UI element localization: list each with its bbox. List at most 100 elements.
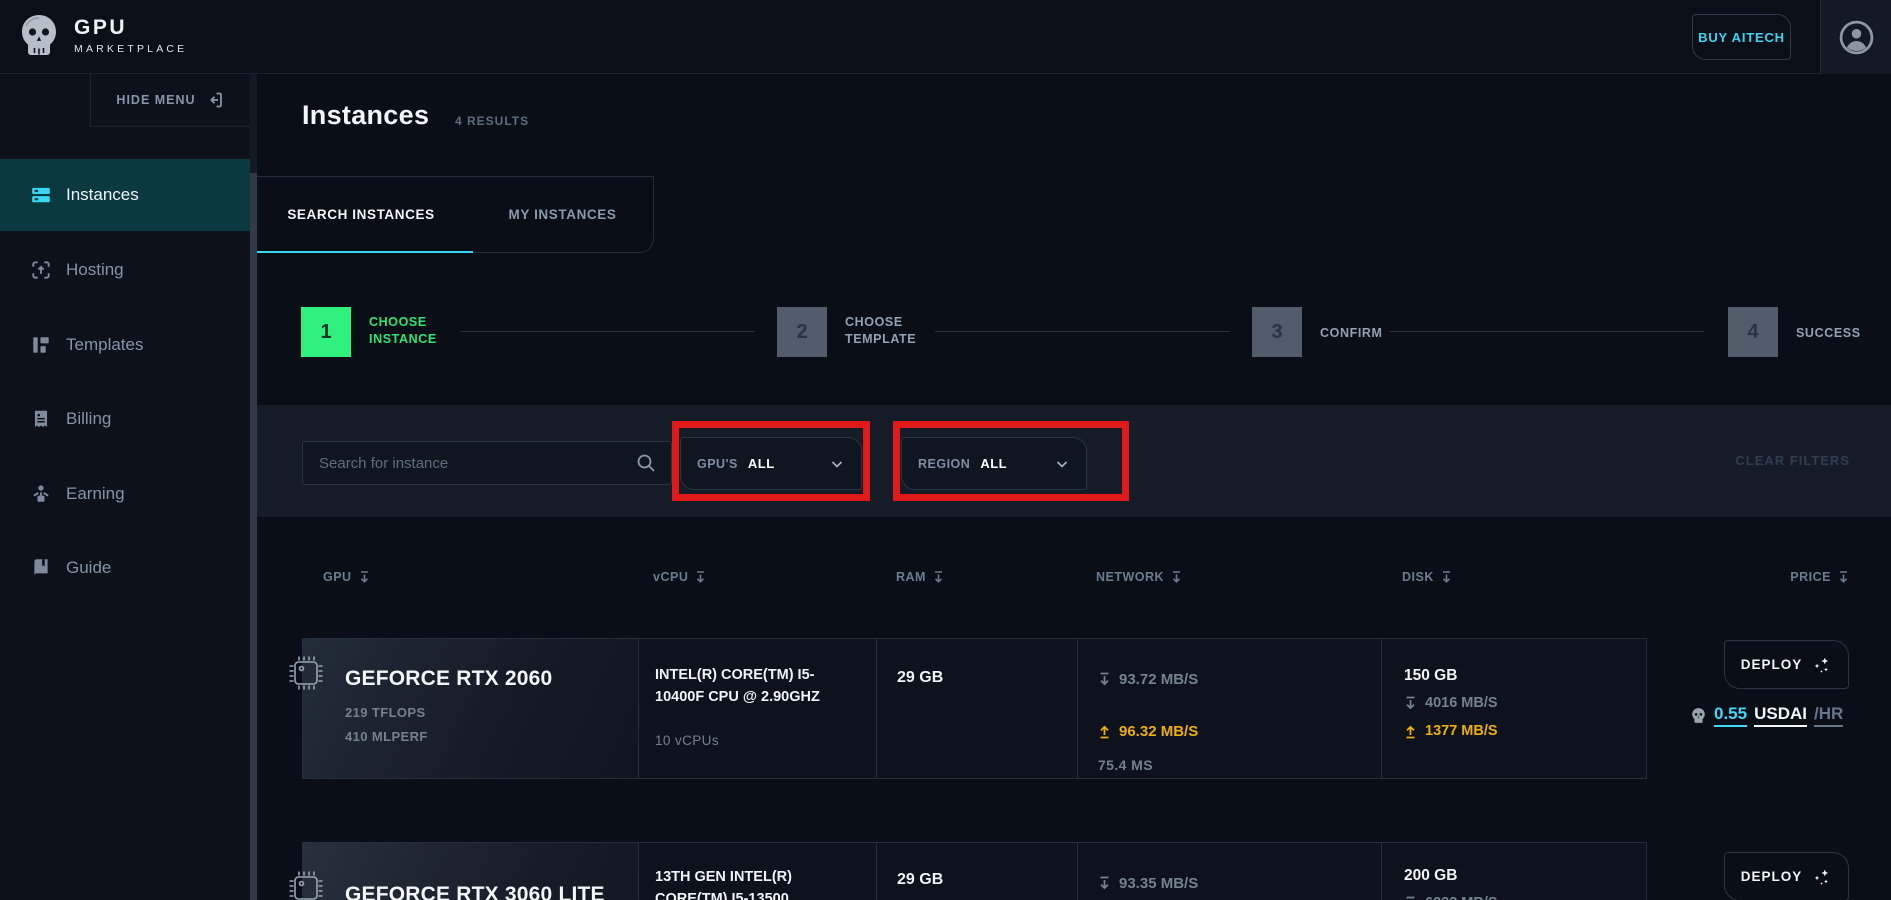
step-4-num-label: 4: [1747, 321, 1758, 344]
upload-arrow-icon: [1098, 724, 1111, 739]
download-arrow-icon: [1404, 696, 1417, 711]
deploy-button[interactable]: DEPLOY: [1724, 640, 1849, 689]
sidebar-item-earning[interactable]: Earning: [0, 458, 250, 530]
deploy-sparkle-icon: [1812, 655, 1832, 675]
instance-row[interactable]: GEFORCE RTX 2060 219 TFLOPS 410 MLPERF I…: [302, 638, 1647, 779]
tab-search-instances[interactable]: SEARCH INSTANCES: [250, 177, 472, 252]
hide-menu-label: HIDE MENU: [116, 93, 195, 107]
step-4-number: 4: [1728, 307, 1778, 357]
column-header-disk[interactable]: DISK: [1402, 570, 1452, 584]
network-download-value: 93.72 MB/S: [1119, 671, 1198, 688]
sidebar-item-hosting[interactable]: Hosting: [0, 234, 250, 306]
step-3-label: CONFIRM: [1320, 325, 1410, 342]
region-filter-value: ALL: [980, 456, 1007, 471]
earning-icon: [30, 483, 52, 505]
aitech-coin-icon: [1690, 707, 1707, 724]
sidebar-item-label: Earning: [66, 484, 125, 504]
sidebar-item-label: Guide: [66, 558, 111, 578]
hosting-icon: [30, 259, 52, 281]
step-1-num-label: 1: [320, 321, 331, 344]
scrollbar-thumb[interactable]: [250, 173, 257, 900]
step-2-num-label: 2: [796, 321, 807, 344]
gpu-marketplace-screen: GPU MARKETPLACE BUY AITECH HIDE MENU: [0, 0, 1891, 900]
disk-download: 6233 MB/S: [1404, 895, 1498, 900]
clear-filters-button[interactable]: CLEAR FILTERS: [1680, 453, 1850, 468]
disk-download-value: 6233 MB/S: [1425, 895, 1498, 900]
disk-download: 4016 MB/S: [1404, 695, 1498, 711]
active-tab-underline: [250, 251, 473, 253]
cell-divider: [876, 843, 877, 900]
column-header-gpu-label: GPU: [323, 570, 352, 584]
price-per-hour: /HR: [1814, 704, 1843, 727]
sidebar-item-guide[interactable]: Guide: [0, 532, 250, 604]
cell-divider: [638, 639, 639, 778]
templates-icon: [30, 334, 52, 356]
column-header-price-label: PRICE: [1790, 570, 1831, 584]
column-header-vcpu[interactable]: vCPU: [653, 570, 706, 584]
sort-icon: [359, 571, 370, 584]
disk-upload: 1377 MB/S: [1404, 723, 1498, 739]
logo-line1: GPU: [74, 16, 187, 40]
network-upload: 96.32 MB/S: [1098, 723, 1198, 740]
account-panel[interactable]: [1820, 0, 1891, 74]
gpu-cell: GEFORCE RTX 3060 LITE: [303, 843, 638, 900]
gpu-name: GEFORCE RTX 3060 LITE: [345, 883, 605, 900]
tab-my-instances[interactable]: MY INSTANCES: [472, 177, 653, 252]
column-header-ram-label: RAM: [896, 570, 926, 584]
step-4-label: SUCCESS: [1796, 325, 1886, 342]
top-header: GPU MARKETPLACE BUY AITECH: [0, 0, 1891, 74]
user-avatar-icon[interactable]: [1838, 19, 1875, 56]
deploy-sparkle-icon: [1812, 867, 1832, 887]
chevron-down-icon: [1054, 456, 1070, 472]
cpu-name: INTEL(R) CORE(TM) I5-10400F CPU @ 2.90GH…: [655, 665, 845, 709]
app-logo[interactable]: GPU MARKETPLACE: [16, 12, 187, 58]
cell-divider: [1077, 639, 1078, 778]
column-header-price[interactable]: PRICE: [1769, 570, 1849, 584]
column-header-ram[interactable]: RAM: [896, 570, 944, 584]
step-1-number: 1: [301, 307, 351, 357]
hide-menu-button[interactable]: HIDE MENU: [90, 74, 250, 127]
deploy-button[interactable]: DEPLOY: [1724, 852, 1849, 900]
instance-search-box: [302, 441, 672, 485]
sidebar-item-instances[interactable]: Instances: [0, 159, 250, 231]
step-3-num-label: 3: [1271, 321, 1282, 344]
price-currency[interactable]: USDAI: [1754, 704, 1807, 727]
tab-my-instances-label: MY INSTANCES: [509, 207, 617, 222]
price-amount[interactable]: 0.55: [1714, 704, 1747, 727]
region-filter-dropdown[interactable]: REGION ALL: [901, 437, 1087, 490]
ram-value: 29 GB: [897, 669, 943, 687]
deploy-button-label: DEPLOY: [1741, 657, 1803, 672]
sidebar: HIDE MENU Instances Hosting: [0, 74, 250, 900]
buy-aitech-button[interactable]: BUY AITECH: [1692, 14, 1791, 60]
skull-logo-image: [16, 12, 62, 58]
sidebar-item-billing[interactable]: Billing: [0, 383, 250, 455]
download-arrow-icon: [1098, 876, 1111, 891]
step-2-label: CHOOSE TEMPLATE: [845, 314, 935, 348]
ram-value: 29 GB: [897, 871, 943, 889]
column-header-network[interactable]: NETWORK: [1096, 570, 1182, 584]
vcpu-count: 10 vCPUs: [655, 733, 719, 748]
gpu-chip-icon: [287, 869, 325, 900]
step-3-number: 3: [1252, 307, 1302, 357]
column-header-vcpu-label: vCPU: [653, 570, 688, 584]
cell-divider: [638, 843, 639, 900]
gpu-mlperf: 410 MLPERF: [345, 729, 428, 744]
instance-row[interactable]: GEFORCE RTX 3060 LITE 13TH GEN INTEL(R) …: [302, 842, 1647, 900]
disk-upload-value: 1377 MB/S: [1425, 723, 1498, 739]
search-icon[interactable]: [635, 452, 657, 474]
column-header-gpu[interactable]: GPU: [323, 570, 370, 584]
logout-icon: [205, 90, 225, 110]
gpus-filter-dropdown[interactable]: GPU'S ALL: [680, 437, 862, 490]
region-filter-label: REGION: [918, 457, 970, 471]
cpu-name: 13TH GEN INTEL(R) CORE(TM) I5-13500: [655, 867, 845, 900]
sidebar-item-label: Billing: [66, 409, 111, 429]
gpus-filter-label: GPU'S: [697, 457, 738, 471]
results-count: 4 RESULTS: [455, 114, 529, 128]
logo-line2: MARKETPLACE: [74, 43, 187, 55]
page-title: Instances: [302, 100, 429, 131]
search-input[interactable]: [303, 455, 635, 472]
step-1-label: CHOOSE INSTANCE: [369, 314, 459, 348]
price-line: 0.55 USDAI /HR: [1690, 704, 1843, 727]
sidebar-item-templates[interactable]: Templates: [0, 309, 250, 381]
gpu-cell: GEFORCE RTX 2060 219 TFLOPS 410 MLPERF: [303, 639, 638, 778]
